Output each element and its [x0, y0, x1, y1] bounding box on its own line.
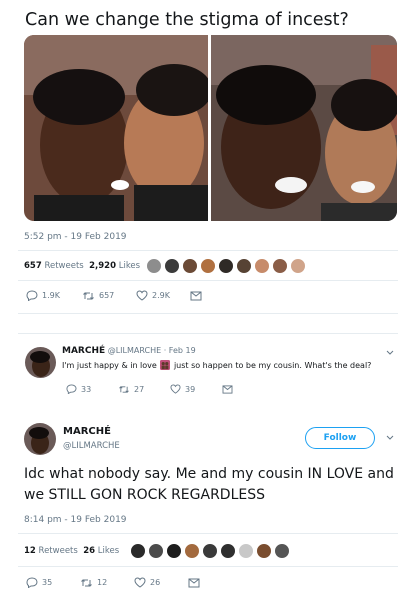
liker-avatar[interactable]: [146, 258, 162, 274]
liked-by-avatars: [146, 258, 306, 274]
tweet-actions: 35 12 26: [26, 577, 200, 588]
chevron-down-icon[interactable]: [386, 350, 394, 356]
retweets-count[interactable]: 657: [24, 261, 42, 271]
divider: [18, 313, 398, 314]
like-button[interactable]: 26: [134, 577, 188, 588]
follow-button[interactable]: Follow: [305, 427, 375, 449]
tweet-timestamp[interactable]: 5:52 pm - 19 Feb 2019: [24, 232, 127, 242]
reply-text-end: just so happen to be my cousin. What's t…: [173, 361, 372, 370]
liker-avatar[interactable]: [166, 543, 182, 559]
retweets-count[interactable]: 12: [24, 546, 36, 556]
reply-text-start: I'm just happy & in love: [62, 361, 157, 370]
divider: [18, 566, 398, 567]
liker-avatar[interactable]: [272, 258, 288, 274]
liker-avatar[interactable]: [200, 258, 216, 274]
liker-avatar[interactable]: [290, 258, 306, 274]
reply-author-handle[interactable]: @LILMARCHE: [108, 346, 161, 355]
reply-author-line: MARCHÉ @LILMARCHE · Feb 19: [62, 346, 196, 356]
separator: ·: [163, 346, 167, 355]
tweet-timestamp[interactable]: 8:14 pm - 19 Feb 2019: [24, 515, 127, 525]
likes-label[interactable]: Likes: [98, 546, 119, 556]
tweet-text: Idc what nobody say. Me and my cousin IN…: [24, 466, 394, 503]
retweets-label[interactable]: Retweets: [44, 261, 83, 271]
reply-count: 33: [81, 384, 92, 394]
couple-emoji-icon: [160, 360, 171, 370]
retweet-icon: [82, 291, 95, 301]
liker-avatar[interactable]: [256, 543, 272, 559]
liked-by-avatars: [130, 543, 290, 559]
reply-author-name[interactable]: MARCHÉ: [62, 346, 105, 356]
couple-photo-left-image: [24, 35, 208, 221]
like-count: 2.9K: [152, 291, 170, 300]
page-title: Can we change the stigma of incest?: [25, 10, 349, 30]
reply-button[interactable]: 1.9K: [26, 290, 82, 301]
tweet-actions: 1.9K 657 2.9K: [26, 290, 202, 301]
divider: [18, 250, 398, 251]
reply-count: 1.9K: [42, 291, 60, 300]
like-button[interactable]: 39: [170, 384, 222, 394]
reply-button[interactable]: 33: [66, 384, 118, 394]
reply-count: 35: [42, 578, 53, 587]
reply-author-avatar[interactable]: [25, 347, 56, 378]
liker-avatar[interactable]: [148, 543, 164, 559]
liker-avatar[interactable]: [236, 258, 252, 274]
heart-icon: [170, 384, 181, 394]
author-handle[interactable]: @LILMARCHE: [63, 441, 120, 451]
reply-date[interactable]: Feb 19: [169, 346, 196, 355]
liker-avatar[interactable]: [274, 543, 290, 559]
retweets-label[interactable]: Retweets: [39, 546, 78, 556]
couple-photo-right-image: [211, 35, 397, 221]
reply-icon: [26, 577, 38, 588]
reply-actions: 33 27 39: [66, 384, 233, 394]
retweet-button[interactable]: 657: [82, 291, 136, 301]
liker-avatar[interactable]: [184, 543, 200, 559]
direct-message-button[interactable]: [188, 578, 200, 588]
reply-text: I'm just happy & in love just so happen …: [62, 360, 371, 370]
liker-avatar[interactable]: [218, 258, 234, 274]
divider: [18, 533, 398, 534]
liker-avatar[interactable]: [220, 543, 236, 559]
engagement-stats: 12 Retweets 26 Likes: [24, 546, 119, 556]
photo-left[interactable]: [24, 35, 208, 221]
photo-right[interactable]: [211, 35, 397, 221]
author-name[interactable]: MARCHÉ: [63, 426, 111, 437]
liker-avatar[interactable]: [202, 543, 218, 559]
likes-label[interactable]: Likes: [119, 261, 140, 271]
like-button[interactable]: 2.9K: [136, 290, 190, 301]
retweet-count: 27: [134, 384, 145, 394]
like-count: 26: [150, 578, 161, 587]
author-avatar[interactable]: [24, 423, 56, 455]
retweet-button[interactable]: 27: [118, 385, 170, 394]
divider: [18, 333, 398, 334]
retweet-count: 12: [97, 578, 108, 587]
envelope-icon: [190, 291, 202, 301]
liker-avatar[interactable]: [164, 258, 180, 274]
reply-icon: [66, 384, 77, 394]
divider: [18, 280, 398, 281]
envelope-icon: [188, 578, 200, 588]
retweet-icon: [118, 385, 130, 394]
direct-message-button[interactable]: [222, 384, 233, 394]
like-count: 39: [185, 384, 196, 394]
liker-avatar[interactable]: [182, 258, 198, 274]
retweet-count: 657: [99, 291, 115, 300]
liker-avatar[interactable]: [254, 258, 270, 274]
liker-avatar[interactable]: [130, 543, 146, 559]
liker-avatar[interactable]: [238, 543, 254, 559]
retweet-icon: [80, 578, 93, 588]
reply-icon: [26, 290, 38, 301]
retweet-button[interactable]: 12: [80, 578, 134, 588]
heart-icon: [136, 290, 148, 301]
likes-count[interactable]: 26: [83, 546, 95, 556]
envelope-icon: [222, 384, 233, 394]
likes-count[interactable]: 2,920: [89, 261, 116, 271]
reply-button[interactable]: 35: [26, 577, 80, 588]
engagement-stats: 657 Retweets 2,920 Likes: [24, 261, 140, 271]
heart-icon: [134, 577, 146, 588]
chevron-down-icon[interactable]: [386, 435, 394, 441]
direct-message-button[interactable]: [190, 291, 202, 301]
